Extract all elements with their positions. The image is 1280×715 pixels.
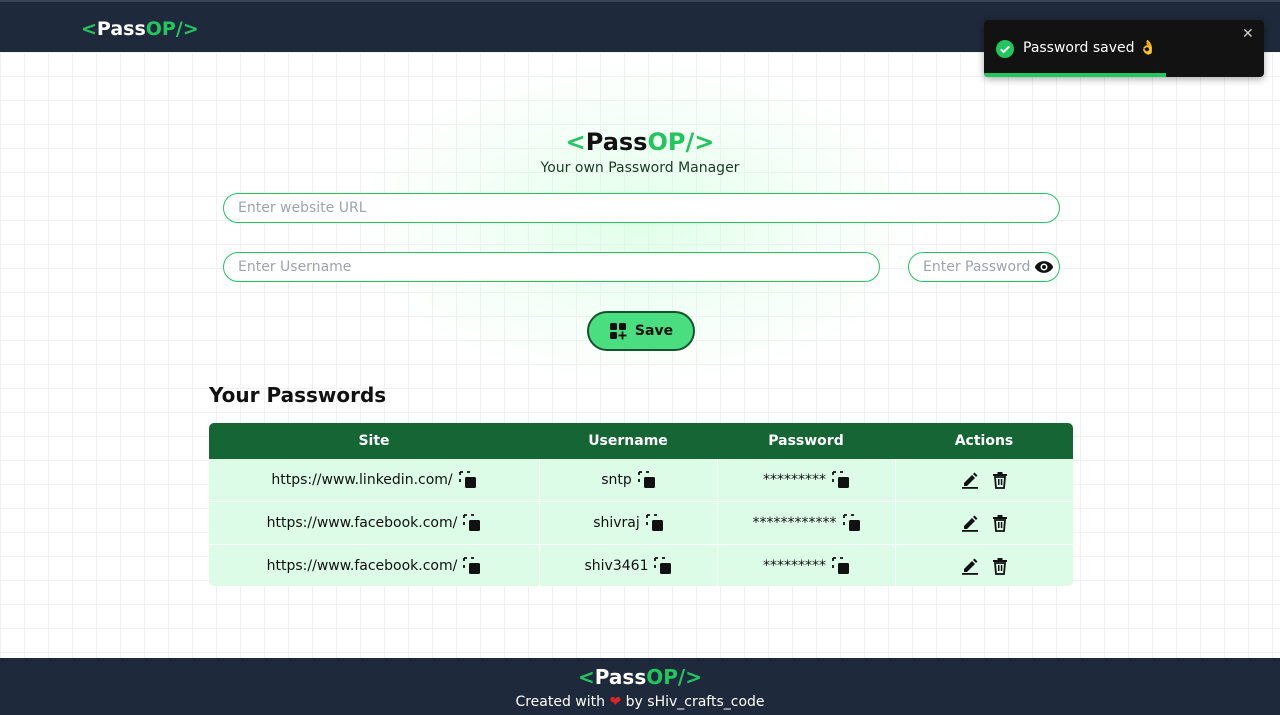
- cell-site: https://www.linkedin.com/: [209, 459, 539, 501]
- add-grid-icon: [609, 323, 627, 340]
- eye-icon[interactable]: [1034, 259, 1054, 275]
- copy-icon[interactable]: [637, 471, 656, 489]
- password-value: *********: [763, 472, 826, 488]
- check-circle-icon: [996, 40, 1014, 58]
- username-value: sntp: [601, 472, 632, 488]
- site-link[interactable]: https://www.linkedin.com/: [271, 472, 452, 488]
- logo-open-bracket: <: [81, 18, 97, 40]
- edit-icon[interactable]: [961, 471, 979, 489]
- cell-username: sntp: [539, 459, 717, 501]
- cell-actions: [895, 502, 1073, 544]
- password-value: ************: [752, 515, 837, 531]
- footer-credit: Created with ❤ by sHiv_crafts_code: [0, 694, 1280, 710]
- passwords-section-title: Your Passwords: [209, 383, 387, 407]
- copy-icon[interactable]: [654, 557, 672, 575]
- cell-site: https://www.facebook.com/: [209, 502, 539, 544]
- copy-icon[interactable]: [645, 514, 664, 532]
- copy-icon[interactable]: [842, 514, 861, 532]
- passwords-table: Site Username Password Actions https://w…: [209, 423, 1073, 586]
- logo-name: Pass: [585, 128, 648, 156]
- logo-name: Pass: [594, 665, 647, 689]
- logo-open-bracket: <: [578, 665, 595, 689]
- website-url-input[interactable]: Enter website URL: [223, 193, 1060, 223]
- site-link[interactable]: https://www.facebook.com/: [267, 515, 458, 531]
- cell-password: ************: [717, 502, 895, 544]
- cell-password: *********: [717, 459, 895, 501]
- footer: <PassOP/> Created with ❤ by sHiv_crafts_…: [0, 658, 1280, 715]
- cell-username: shiv3461: [539, 545, 717, 586]
- copy-icon[interactable]: [463, 514, 481, 532]
- cell-username: shivraj: [539, 502, 717, 544]
- logo-accent: OP/: [145, 18, 183, 40]
- edit-icon[interactable]: [961, 514, 979, 532]
- logo-name: Pass: [96, 18, 146, 40]
- header-actions: Actions: [954, 433, 1014, 449]
- toast-text: Password saved: [1023, 40, 1135, 56]
- footer-created-with: Created with: [515, 694, 606, 710]
- save-button-label: Save: [634, 323, 674, 339]
- toast-message: Password saved 👌: [1023, 40, 1156, 56]
- ok-hand-emoji: 👌: [1138, 40, 1157, 56]
- trash-icon[interactable]: [991, 514, 1009, 532]
- header-username: Username: [588, 433, 668, 449]
- username-value: shiv3461: [584, 558, 649, 574]
- save-button[interactable]: Save: [587, 311, 695, 351]
- trash-icon[interactable]: [991, 471, 1009, 489]
- footer-logo: <PassOP/>: [0, 665, 1280, 689]
- logo-close-bracket: >: [694, 128, 715, 156]
- logo-close-bracket: >: [182, 18, 199, 40]
- cell-actions: [895, 545, 1073, 586]
- username-input[interactable]: Enter Username: [223, 252, 880, 282]
- hero-logo: <PassOP/>: [0, 128, 1280, 156]
- site-link[interactable]: https://www.facebook.com/: [267, 558, 458, 574]
- table-row: https://www.facebook.com/ shivraj ******…: [209, 502, 1073, 544]
- footer-author: by sHiv_crafts_code: [625, 694, 765, 710]
- heart-icon: ❤: [609, 694, 622, 710]
- logo-accent: OP/: [646, 665, 686, 689]
- table-header: Site Username Password Actions: [209, 423, 1073, 459]
- toast-notification: Password saved 👌 ✕: [984, 20, 1264, 77]
- cell-actions: [895, 459, 1073, 501]
- copy-icon[interactable]: [832, 471, 850, 489]
- cell-password: *********: [717, 545, 895, 586]
- header-password: Password: [768, 433, 844, 449]
- cell-site: https://www.facebook.com/: [209, 545, 539, 586]
- copy-icon[interactable]: [463, 557, 481, 575]
- close-icon[interactable]: ✕: [1242, 26, 1254, 42]
- edit-icon[interactable]: [961, 557, 979, 575]
- copy-icon[interactable]: [832, 557, 850, 575]
- nav-logo[interactable]: <PassOP/>: [81, 18, 199, 40]
- username-value: shivraj: [593, 515, 640, 531]
- password-value: *********: [763, 558, 826, 574]
- table-row: https://www.linkedin.com/ sntp *********: [209, 459, 1073, 501]
- logo-accent: OP/: [647, 128, 695, 156]
- copy-icon[interactable]: [458, 471, 477, 489]
- header-site: Site: [358, 433, 390, 449]
- table-row: https://www.facebook.com/ shiv3461 *****…: [209, 545, 1073, 586]
- hero-subtitle: Your own Password Manager: [540, 160, 740, 176]
- logo-close-bracket: >: [685, 665, 702, 689]
- toast-progress-bar: [984, 73, 1166, 77]
- logo-open-bracket: <: [565, 128, 586, 156]
- trash-icon[interactable]: [991, 557, 1009, 575]
